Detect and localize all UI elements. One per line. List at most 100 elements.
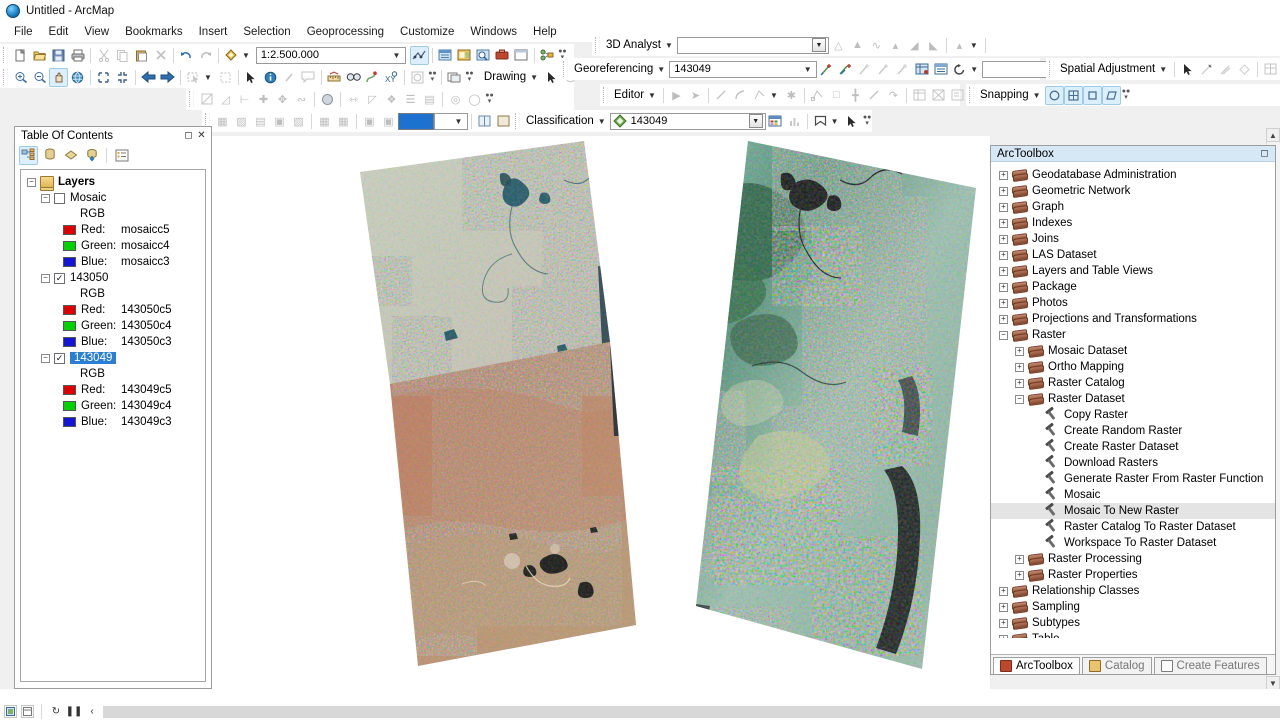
toolbox-tool-item[interactable]: Create Random Raster (991, 423, 1275, 439)
georeferencing-chevron-down-icon[interactable]: ▼ (801, 65, 814, 74)
image-analysis-icon-4[interactable]: ▣ (270, 112, 289, 131)
expander-plus-icon[interactable]: + (1015, 554, 1024, 564)
raster-143049[interactable] (382, 331, 652, 676)
select-features-icon[interactable] (184, 68, 203, 87)
toolbox-node-item[interactable]: + Package (991, 279, 1275, 295)
toolbox-node-item[interactable]: + Mosaic Dataset (991, 343, 1275, 359)
fixed-zoom-out-icon[interactable] (113, 68, 132, 87)
toolbox-node-item[interactable]: + Graph (991, 199, 1275, 215)
redo-icon[interactable] (196, 46, 215, 65)
table-of-contents-icon[interactable] (436, 46, 455, 65)
map-scale-chevron-down-icon[interactable]: ▼ (390, 51, 403, 60)
classification-select-icon[interactable] (843, 112, 862, 131)
classification-chevron-down-icon[interactable]: ▼ (748, 114, 763, 128)
toc-layer-143049[interactable]: − ✓ 143049 (25, 350, 205, 366)
toc-root-layers[interactable]: − Layers (25, 174, 205, 190)
adjustment-select-elements-icon[interactable] (1178, 60, 1197, 79)
expander-minus-icon[interactable]: − (1015, 394, 1024, 404)
expander-plus-icon[interactable]: + (1015, 378, 1024, 388)
point-snapping-icon[interactable] (1044, 85, 1064, 105)
georeferencing-menu-label[interactable]: Georeferencing (571, 63, 656, 75)
layout-view-icon[interactable] (21, 705, 34, 718)
classification-menu-label[interactable]: Classification (523, 115, 597, 127)
go-to-xy-icon[interactable]: XY (382, 68, 401, 87)
auto-register-icon[interactable] (836, 60, 855, 79)
3d-analyst-layer-combo[interactable]: ▼ (676, 36, 829, 54)
swipe-layer-icon[interactable] (475, 112, 494, 131)
buffer-icon[interactable]: ◎ (446, 90, 465, 109)
expander-plus-icon[interactable]: + (999, 314, 1008, 324)
add-control-points-icon[interactable] (817, 60, 836, 79)
georeferencing-rotation-input[interactable] (982, 60, 1051, 78)
toolbar-grip[interactable] (3, 47, 8, 63)
reshape-feature-icon[interactable]: □ (827, 86, 846, 105)
layer-visibility-checkbox[interactable]: ✓ (54, 272, 65, 284)
list-by-visibility-icon[interactable] (61, 146, 80, 165)
paste-icon[interactable] (132, 46, 151, 65)
snapping-menu-label[interactable]: Snapping (977, 89, 1032, 101)
add-data-icon[interactable] (222, 46, 241, 65)
expander-plus-icon[interactable]: + (999, 234, 1008, 244)
toolbox-tool-item[interactable]: Mosaic (991, 487, 1275, 503)
list-by-source-icon[interactable] (40, 146, 59, 165)
edit-vertices-icon[interactable] (808, 86, 827, 105)
html-popup-icon[interactable] (299, 68, 318, 87)
menu-help[interactable]: Help (525, 24, 565, 40)
viewer-overflow-button[interactable]: ●● ▾ (464, 68, 475, 86)
toolbar-grip[interactable] (515, 113, 520, 129)
expander-plus-icon[interactable]: + (999, 218, 1008, 228)
map-scale-combo[interactable]: 1:2.500.000 ▼ (255, 46, 406, 64)
cut-polygons-icon[interactable] (865, 86, 884, 105)
toolbox-node-item[interactable]: + Layers and Table Views (991, 263, 1275, 279)
drawing-menu-label[interactable]: Drawing (481, 71, 529, 83)
select-elements-icon[interactable] (242, 68, 261, 87)
copy-icon[interactable] (113, 46, 132, 65)
expander-plus-icon[interactable]: + (999, 186, 1008, 196)
advanced-editing-overflow-button[interactable]: ●● ▾ (484, 90, 495, 108)
toolbox-node-item[interactable]: + Sampling (991, 599, 1275, 615)
expander-minus-icon[interactable]: − (41, 193, 50, 203)
expander-plus-icon[interactable]: + (1015, 570, 1024, 580)
split-tool-icon[interactable]: ╋ (846, 86, 865, 105)
map-data-frame[interactable] (212, 136, 990, 689)
toolbar-grip[interactable] (3, 69, 8, 85)
sketch-properties-icon[interactable] (929, 86, 948, 105)
menu-bookmarks[interactable]: Bookmarks (117, 24, 191, 40)
menu-insert[interactable]: Insert (191, 24, 236, 40)
toolbar-grip[interactable] (1049, 61, 1054, 77)
drawing-dropdown-caret[interactable]: ▼ (529, 73, 542, 82)
pause-drawing-icon[interactable]: ❚❚ (66, 705, 83, 718)
divide-icon[interactable]: ✚ (254, 90, 273, 109)
generalize-icon[interactable]: ∾ (292, 90, 311, 109)
menu-customize[interactable]: Customize (392, 24, 462, 40)
toolbox-node-item[interactable]: + Raster Catalog (991, 375, 1275, 391)
toolbox-tool-item[interactable]: Copy Raster (991, 407, 1275, 423)
toc-layer-143050[interactable]: − ✓ 143050 (25, 270, 205, 286)
spatial-adjustment-dropdown-caret[interactable]: ▼ (1158, 65, 1171, 74)
layer-visibility-checkbox[interactable] (54, 192, 65, 204)
menu-file[interactable]: File (6, 24, 41, 40)
toc-close-icon[interactable]: ✕ (195, 129, 208, 142)
classification-toolbar-overflow-button[interactable]: ●● ▾ (862, 112, 873, 130)
tools-toolbar-overflow-button[interactable]: ●● ▾ (427, 68, 438, 86)
spatial-adjustment-menu-label[interactable]: Spatial Adjustment (1057, 63, 1158, 75)
expander-minus-icon[interactable]: − (27, 177, 36, 187)
edit-annotation-tool-icon[interactable]: ➤ (686, 86, 705, 105)
menu-edit[interactable]: Edit (41, 24, 77, 40)
effects-chevron-down-icon[interactable]: ▼ (452, 117, 465, 126)
collapse-icon[interactable]: ‹ (85, 705, 99, 718)
arctoolbox-tree[interactable]: + Geodatabase Administration + Geometric Ne… (991, 163, 1275, 638)
new-multi-displacement-link-icon[interactable] (1216, 60, 1235, 79)
identify-icon[interactable] (261, 68, 280, 87)
print-icon[interactable] (68, 46, 87, 65)
expander-plus-icon[interactable]: + (999, 282, 1008, 292)
editor-menu-label[interactable]: Editor (611, 89, 647, 101)
toolbox-node-item[interactable]: + Geodatabase Administration (991, 167, 1275, 183)
histogram-icon[interactable] (785, 112, 804, 131)
full-extent-icon[interactable] (68, 68, 87, 87)
tab-create-features[interactable]: Create Features (1153, 657, 1267, 674)
expander-plus-icon[interactable]: + (999, 250, 1008, 260)
raster-mosaic-right[interactable] (682, 136, 990, 681)
scroll-down-arrow-icon[interactable]: ▼ (1266, 676, 1280, 690)
profile-graph-icon[interactable]: ∿ (867, 36, 886, 55)
